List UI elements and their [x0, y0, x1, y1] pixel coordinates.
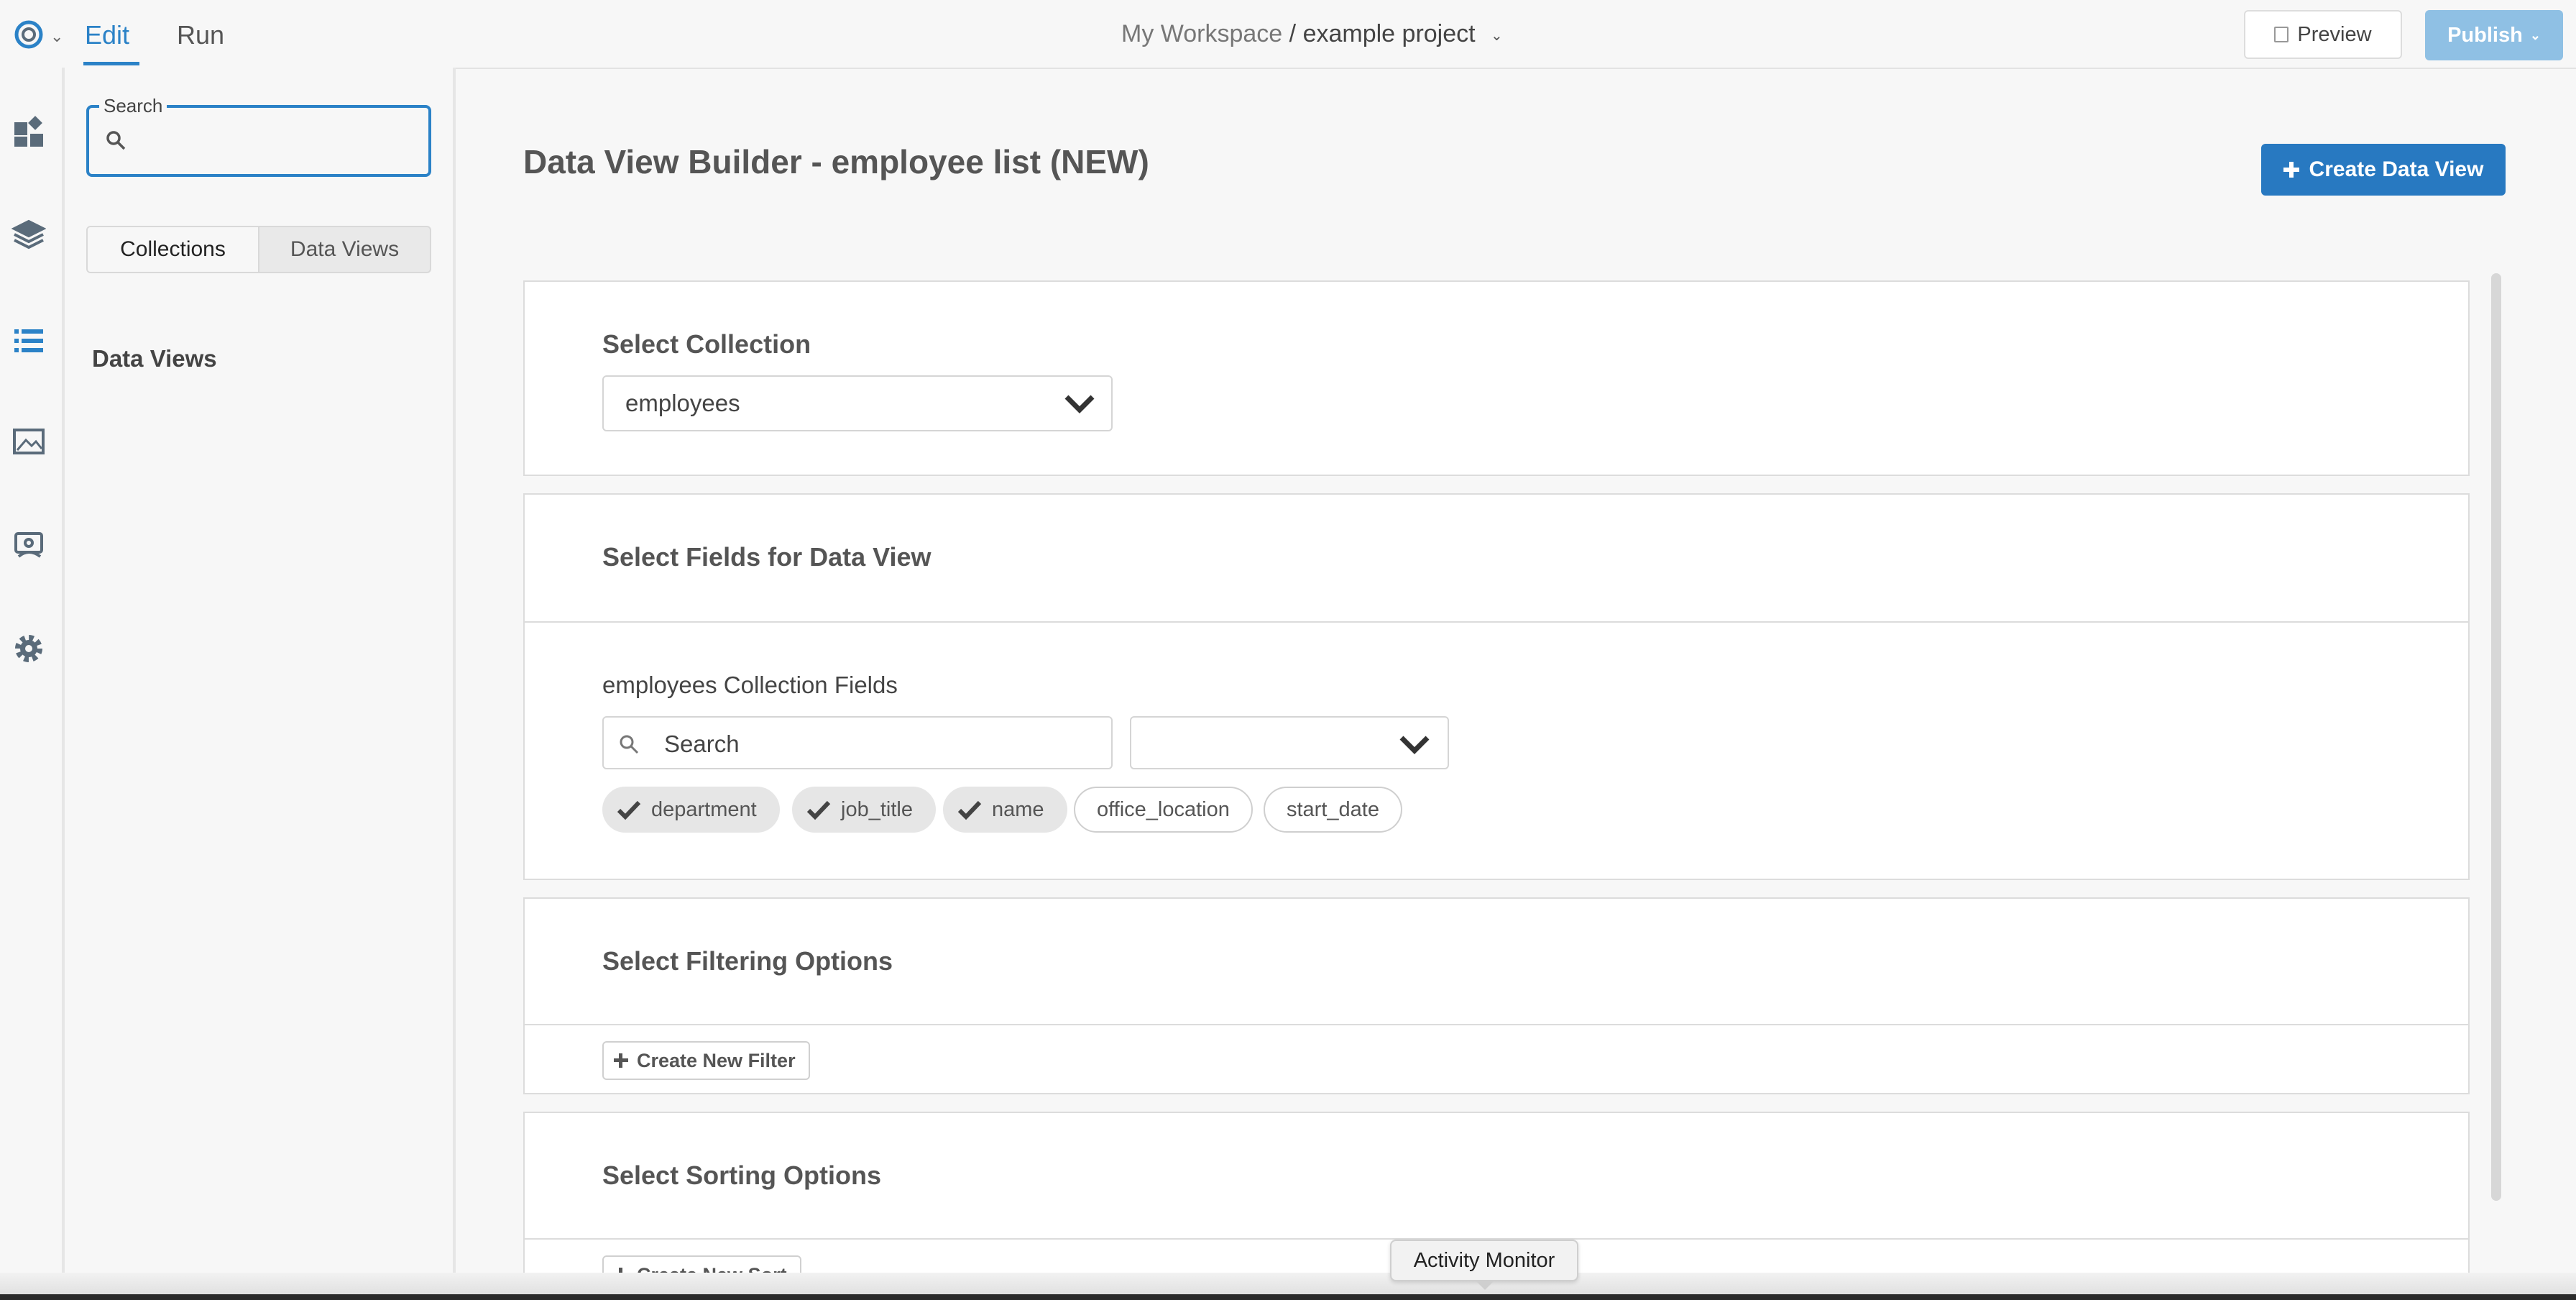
search-icon	[618, 733, 640, 759]
field-chip-label: department	[651, 797, 757, 821]
publish-button-label: Publish	[2447, 23, 2523, 47]
publish-chevron-down-icon[interactable]: ⌄	[2530, 28, 2541, 43]
sidebar-search-label: Search	[99, 95, 167, 117]
field-chip-label: job_title	[841, 797, 913, 821]
dashboard-icon[interactable]	[12, 115, 46, 150]
sidebar-tabs: Collections Data Views	[86, 226, 431, 273]
plus-icon	[614, 1053, 628, 1068]
create-data-view-button[interactable]: Create Data View	[2261, 144, 2506, 196]
fields-filter-select[interactable]	[1130, 716, 1449, 769]
select-collection-card: Select Collection employees	[523, 280, 2470, 476]
search-icon	[105, 129, 126, 155]
devices-icon[interactable]	[12, 528, 46, 562]
collection-select[interactable]: employees	[602, 375, 1113, 431]
breadcrumb-workspace[interactable]: My Workspace	[1121, 20, 1282, 47]
divider	[525, 621, 2468, 623]
collection-select-value: employees	[625, 390, 740, 416]
chevron-down-icon	[1399, 736, 1430, 754]
page-title: Data View Builder - employee list (NEW)	[523, 143, 1149, 180]
create-new-filter-button[interactable]: Create New Filter	[602, 1041, 810, 1080]
check-icon	[806, 800, 831, 820]
field-chip-label: start_date	[1287, 797, 1379, 821]
list-icon[interactable]	[12, 324, 46, 358]
select-fields-card: Select Fields for Data View employees Co…	[523, 493, 2470, 880]
field-chip-office-location[interactable]: office_location	[1074, 787, 1253, 833]
breadcrumb[interactable]: My Workspace / example project ⌄	[1121, 20, 1503, 48]
gear-icon[interactable]	[12, 631, 46, 666]
sorting-options-title: Select Sorting Options	[602, 1161, 882, 1190]
icon-rail	[0, 68, 65, 1300]
breadcrumb-separator: /	[1289, 20, 1297, 47]
field-chip-label: name	[992, 797, 1044, 821]
screen-bottom-edge	[0, 1294, 2576, 1300]
project-chevron-down-icon[interactable]: ⌄	[1491, 27, 1503, 45]
select-collection-title: Select Collection	[602, 329, 811, 359]
filtering-options-title: Select Filtering Options	[602, 946, 893, 976]
preview-button-label: Preview	[2297, 22, 2372, 46]
tab-run[interactable]: Run	[177, 20, 224, 50]
field-chip-start-date[interactable]: start_date	[1264, 787, 1402, 833]
collection-fields-label: employees Collection Fields	[602, 672, 898, 698]
field-chip-label: office_location	[1097, 797, 1230, 821]
divider	[525, 1024, 2468, 1025]
image-icon[interactable]	[12, 424, 46, 459]
field-chip-department[interactable]: department	[602, 787, 780, 833]
plus-icon	[2283, 162, 2299, 178]
layers-icon[interactable]	[12, 217, 46, 252]
create-new-filter-label: Create New Filter	[637, 1049, 796, 1071]
preview-icon	[2274, 27, 2289, 42]
tab-edit-indicator	[83, 62, 139, 65]
check-icon	[617, 800, 641, 820]
field-chip-job-title[interactable]: job_title	[792, 787, 936, 833]
app-logo-icon[interactable]	[13, 19, 49, 50]
fields-search-placeholder: Search	[664, 731, 740, 757]
fields-search-input[interactable]: Search	[602, 716, 1113, 769]
top-bar: ⌄ Edit Run My Workspace / example projec…	[0, 0, 2576, 69]
check-icon	[957, 800, 982, 820]
filtering-options-card: Select Filtering Options Create New Filt…	[523, 897, 2470, 1094]
create-data-view-label: Create Data View	[2309, 157, 2484, 181]
preview-button[interactable]: Preview	[2244, 10, 2402, 59]
tab-collections[interactable]: Collections	[88, 227, 259, 272]
select-fields-title: Select Fields for Data View	[602, 542, 932, 572]
activity-monitor-tooltip: Activity Monitor	[1390, 1240, 1578, 1290]
chevron-down-icon	[1064, 395, 1095, 413]
sidebar-section-heading: Data Views	[92, 345, 217, 372]
breadcrumb-project[interactable]: example project	[1303, 20, 1476, 47]
app-menu-chevron-down-icon[interactable]: ⌄	[50, 27, 63, 46]
tab-data-views[interactable]: Data Views	[259, 227, 430, 272]
field-chip-name[interactable]: name	[943, 787, 1067, 833]
publish-button[interactable]: Publish ⌄	[2425, 10, 2563, 60]
tab-edit[interactable]: Edit	[85, 20, 129, 50]
main-scrollbar[interactable]	[2491, 273, 2501, 1201]
